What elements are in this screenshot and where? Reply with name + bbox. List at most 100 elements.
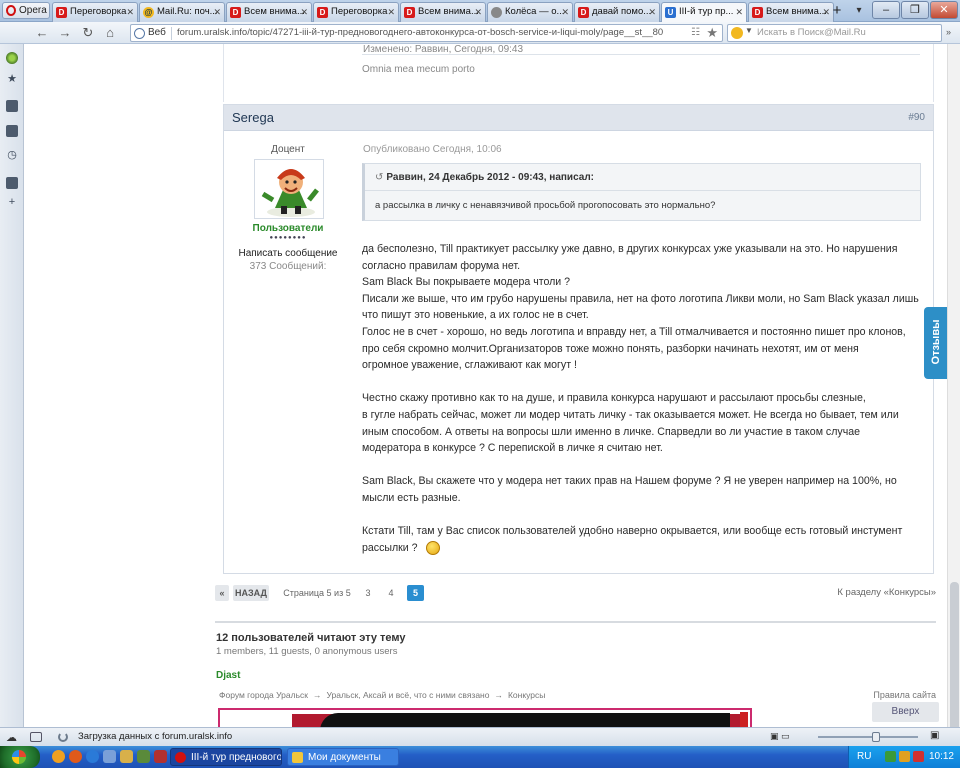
post-number-link[interactable]: #90 <box>908 112 925 123</box>
tab-peregovorka-2[interactable]: D Переговорка ✕ <box>313 2 399 22</box>
tab-list-button[interactable]: ▾ <box>850 2 868 20</box>
url-field[interactable]: Веб forum.uralsk.info/topic/47271-iii-й-… <box>130 24 723 42</box>
notes-icon[interactable] <box>6 100 18 112</box>
start-button[interactable] <box>0 746 40 768</box>
back-icon[interactable]: ← <box>32 25 52 41</box>
quicklaunch-icon[interactable] <box>120 750 133 763</box>
to-section-link[interactable]: К разделу «Конкурсы» <box>837 585 936 601</box>
send-message-link[interactable]: Написать сообщение <box>224 248 352 259</box>
quicklaunch-icon[interactable] <box>52 750 65 763</box>
quicklaunch-icon[interactable] <box>154 750 167 763</box>
tray-icon[interactable] <box>885 751 896 762</box>
tab-title: Всем внима... <box>766 6 827 17</box>
status-bar: ☁ Загрузка данных с forum.uralsk.info ▣ … <box>0 727 960 746</box>
zoom-slider-handle[interactable] <box>872 732 880 742</box>
home-cloud-icon[interactable]: ☁ <box>6 731 17 744</box>
quicklaunch-icon[interactable] <box>86 750 99 763</box>
tab-title: Переговорка <box>70 6 127 17</box>
u-icon: U <box>665 7 676 18</box>
speed-dial-icon[interactable] <box>6 52 18 64</box>
message-line: иным способом. А ответы на вопросы шли и… <box>362 425 861 438</box>
close-tab-icon[interactable]: ✕ <box>387 3 395 21</box>
close-tab-icon[interactable]: ✕ <box>474 3 482 21</box>
loading-spinner-icon <box>58 732 68 742</box>
tab-current-topic[interactable]: U III-й тур пр... ✕ <box>661 2 747 22</box>
view-icons[interactable]: ▣ ▭ <box>770 731 790 742</box>
panel-toggle-icon[interactable] <box>30 732 42 742</box>
bookmarks-star-icon[interactable]: ★ <box>6 73 18 85</box>
taskbar-button-documents[interactable]: Мои документы <box>287 748 399 766</box>
search-field[interactable]: ▼ Искать в Поиск@Mail.Ru <box>727 24 942 42</box>
quicklaunch-icon[interactable] <box>103 750 116 763</box>
tab-help[interactable]: Dдавай помо... ✕ <box>574 2 660 22</box>
task-label: Мои документы <box>308 752 381 763</box>
bookmark-star-icon[interactable]: ★ <box>706 25 718 41</box>
close-tab-icon[interactable]: ✕ <box>126 3 134 21</box>
reader-user-link[interactable]: Djast <box>216 670 240 681</box>
restore-button[interactable]: ❐ <box>901 1 929 19</box>
back-button[interactable]: НАЗАД <box>233 585 269 601</box>
zoom-reset-icon[interactable]: ▣ <box>930 730 939 741</box>
tab-peregovorka-1[interactable]: D Переговорка ✕ <box>52 2 138 22</box>
search-engine-icon[interactable] <box>731 27 743 39</box>
avatar[interactable] <box>254 159 324 219</box>
feedback-tab[interactable]: Отзывы <box>924 307 947 379</box>
current-page[interactable]: 5 <box>407 585 424 601</box>
downloads-icon[interactable] <box>6 125 18 137</box>
page-link[interactable]: 4 <box>383 585 399 601</box>
reload-icon[interactable]: ↻ <box>78 25 98 41</box>
tab-mail[interactable]: @ Mail.Ru: поч... ✕ <box>139 2 225 22</box>
add-panel-icon[interactable]: + <box>6 196 18 208</box>
new-tab-button[interactable]: + <box>826 2 848 20</box>
first-page-button[interactable]: « <box>215 585 229 601</box>
message-line: в гугле набрать сейчас, может ли модер ч… <box>362 408 899 421</box>
url-text[interactable]: forum.uralsk.info/topic/47271-iii-й-тур-… <box>177 27 663 38</box>
close-tab-icon[interactable]: ✕ <box>300 3 308 21</box>
address-toolbar: ← → ↻ ⌂ Веб forum.uralsk.info/topic/4727… <box>0 22 960 44</box>
taskbar-button-browser[interactable]: III-й тур предновогo... <box>170 748 282 766</box>
close-window-button[interactable]: ✕ <box>930 1 958 19</box>
tab-title: Mail.Ru: поч... <box>157 6 218 17</box>
ad-banner[interactable] <box>218 708 752 727</box>
post-author-link[interactable]: Serega <box>232 110 274 125</box>
quote-block: ↺ Раввин, 24 Декабрь 2012 - 09:43, написа… <box>362 163 921 221</box>
rules-link[interactable]: Правила сайта <box>873 690 936 700</box>
to-top-button[interactable]: Вверх <box>872 702 939 722</box>
quote-arrow-icon[interactable]: ↺ <box>375 172 383 183</box>
vertical-scrollbar[interactable] <box>947 44 960 732</box>
divider <box>362 54 920 55</box>
opera-menu-button[interactable]: Opera <box>2 2 50 19</box>
panels-icon[interactable] <box>6 177 18 189</box>
tray-icon[interactable] <box>899 751 910 762</box>
close-tab-icon[interactable]: ✕ <box>561 3 569 21</box>
tab-attention-3[interactable]: D Всем внима... ✕ <box>748 2 834 22</box>
close-tab-icon[interactable]: ✕ <box>648 3 656 21</box>
minimize-button[interactable]: – <box>872 1 900 19</box>
web-page: Изменено: Раввин, Сегодня, 09:43 Omnia m… <box>25 44 960 727</box>
feedback-label: Отзывы <box>930 319 942 365</box>
zoom-slider[interactable] <box>818 736 918 738</box>
page-link[interactable]: 3 <box>360 585 376 601</box>
tray-icon[interactable] <box>913 751 924 762</box>
tab-attention-1[interactable]: D Всем внима... ✕ <box>226 2 312 22</box>
forward-icon[interactable]: → <box>55 25 75 41</box>
quicklaunch-icon[interactable] <box>137 750 150 763</box>
history-clock-icon[interactable]: ◷ <box>6 149 18 161</box>
close-tab-icon[interactable]: ✕ <box>213 3 221 21</box>
quicklaunch-icon[interactable] <box>69 750 82 763</box>
language-indicator[interactable]: RU <box>857 751 871 762</box>
scrollbar-thumb[interactable] <box>950 582 959 732</box>
breadcrumb-arrow-icon: → <box>494 690 503 700</box>
rss-icon[interactable]: ☷ <box>691 27 700 38</box>
chevron-down-icon[interactable]: ▼ <box>745 26 753 35</box>
close-tab-icon[interactable]: ✕ <box>735 3 743 21</box>
breadcrumb-link[interactable]: Уральск, Аксай и всё, что с ними связано <box>326 690 489 700</box>
tab-kolesa[interactable]: Колёса — о... ✕ <box>487 2 573 22</box>
breadcrumb-link[interactable]: Конкурсы <box>508 690 545 700</box>
breadcrumb-link[interactable]: Форум города Уральск <box>219 690 308 700</box>
rank-pips: ●●●●●●●● <box>269 235 307 241</box>
home-icon[interactable]: ⌂ <box>100 25 120 41</box>
tab-attention-2[interactable]: D Всем внима... ✕ <box>400 2 486 22</box>
menu-chevron-icon[interactable]: » <box>946 27 956 39</box>
